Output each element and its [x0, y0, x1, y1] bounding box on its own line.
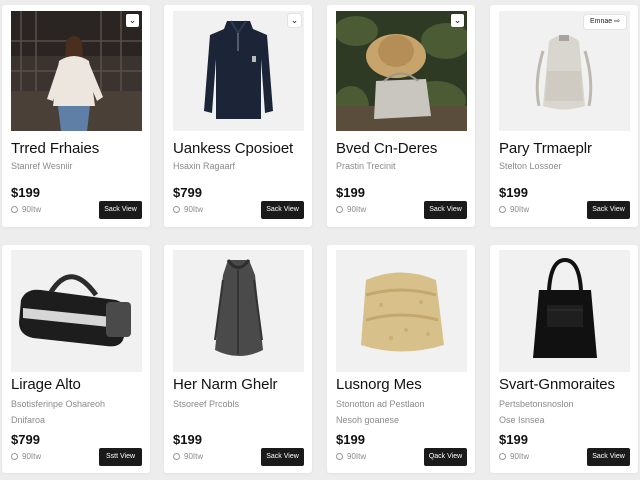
product-image-hat-bag[interactable]: ⌄ [336, 11, 467, 131]
stock-status: 90Itw [336, 452, 366, 461]
stock-status: 90Itw [499, 452, 529, 461]
product-title[interactable]: Svart-Gnmoraites [499, 376, 615, 393]
stock-status: 90Itw [11, 452, 41, 461]
stock-label: 90Itw [184, 452, 204, 461]
product-title[interactable]: Uankess Cposioet [173, 140, 293, 157]
quick-view-button[interactable]: Sack View [261, 448, 304, 466]
radio-icon[interactable] [336, 453, 343, 460]
product-price: $199 [173, 432, 202, 447]
stock-label: 90Itw [184, 205, 204, 214]
quick-view-button[interactable]: Qack View [424, 448, 467, 466]
radio-icon[interactable] [11, 206, 18, 213]
product-card[interactable]: Emnae ⇨ Pary Trmaeplr Stelton Lossoer $1… [490, 5, 638, 227]
product-image-tote[interactable] [499, 250, 630, 372]
product-card[interactable]: Lusnorg Mes Stonotton ad Pestlaon Nesoh … [327, 245, 475, 473]
product-price: $199 [336, 185, 365, 200]
product-title[interactable]: Lusnorg Mes [336, 376, 422, 393]
quick-view-button[interactable]: Sack View [587, 201, 630, 219]
quick-view-button[interactable]: Sack View [587, 448, 630, 466]
product-price: $799 [173, 185, 202, 200]
product-subtitle-2: Dnifaroa [11, 415, 46, 425]
product-image-coat[interactable] [173, 250, 304, 372]
stock-status: 90Itw [173, 205, 203, 214]
product-card[interactable]: Svart-Gnmoraites Pertsbetonsnoslon Ose I… [490, 245, 638, 473]
product-title[interactable]: Trred Frhaies [11, 140, 99, 157]
stock-label: 90Itw [347, 205, 367, 214]
chevron-down-icon[interactable]: ⌄ [451, 14, 464, 27]
product-subtitle: Stelton Lossoer [499, 161, 562, 171]
badge-button[interactable]: Emnae ⇨ [584, 15, 626, 29]
product-title[interactable]: Pary Trmaeplr [499, 140, 592, 157]
product-subtitle: Stonotton ad Pestlaon [336, 399, 425, 409]
stock-status: 90Itw [173, 452, 203, 461]
product-title[interactable]: Bved Cn-Deres [336, 140, 437, 157]
product-card[interactable]: ⌄ Trred Frhaies Stanref Wesniir $199 90I… [2, 5, 150, 227]
stock-status: 90Itw [11, 205, 41, 214]
stock-label: 90Itw [22, 452, 42, 461]
product-title[interactable]: Her Narm Ghelr [173, 376, 278, 393]
product-subtitle: Prastin Trecinit [336, 161, 396, 171]
product-subtitle: Pertsbetonsnoslon [499, 399, 574, 409]
radio-icon[interactable] [499, 453, 506, 460]
stock-label: 90Itw [347, 452, 367, 461]
product-card[interactable]: ⌄ Bved Cn-Deres Prastin Trecinit $199 90… [327, 5, 475, 227]
radio-icon[interactable] [173, 453, 180, 460]
product-price: $199 [499, 432, 528, 447]
quick-view-button[interactable]: Sack View [261, 201, 304, 219]
product-image-pouch[interactable] [336, 250, 467, 372]
product-title[interactable]: Lirage Alto [11, 376, 81, 393]
product-subtitle: Hsaxin Ragaarf [173, 161, 236, 171]
product-image-woman[interactable]: ⌄ [11, 11, 142, 131]
stock-status: 90Itw [499, 205, 529, 214]
product-image-backpack[interactable]: Emnae ⇨ [499, 11, 630, 131]
product-price: $199 [499, 185, 528, 200]
radio-icon[interactable] [11, 453, 18, 460]
product-subtitle-2: Ose Isnsea [499, 415, 545, 425]
stock-label: 90Itw [510, 452, 530, 461]
stock-label: 90Itw [510, 205, 530, 214]
product-image-duffel[interactable] [11, 250, 142, 372]
quick-view-button[interactable]: Sstt View [99, 448, 142, 466]
product-subtitle: Bsotisferinpe Oshareoh [11, 399, 106, 409]
product-card[interactable]: ⌄ Uankess Cposioet Hsaxin Ragaarf $799 9… [164, 5, 312, 227]
product-grid: ⌄ Trred Frhaies Stanref Wesniir $199 90I… [0, 0, 640, 480]
quick-view-button[interactable]: Sack View [99, 201, 142, 219]
product-subtitle: Stsoreef Prcobls [173, 399, 240, 409]
product-subtitle-2: Nesoh goanese [336, 415, 400, 425]
product-price: $199 [11, 185, 40, 200]
product-card[interactable]: Her Narm Ghelr Stsoreef Prcobls $199 90I… [164, 245, 312, 473]
stock-label: 90Itw [22, 205, 42, 214]
product-card[interactable]: Lirage Alto Bsotisferinpe Oshareoh Dnifa… [2, 245, 150, 473]
radio-icon[interactable] [499, 206, 506, 213]
chevron-down-icon[interactable]: ⌄ [288, 14, 301, 27]
radio-icon[interactable] [336, 206, 343, 213]
chevron-down-icon[interactable]: ⌄ [126, 14, 139, 27]
product-subtitle: Stanref Wesniir [11, 161, 73, 171]
product-price: $799 [11, 432, 40, 447]
product-price: $199 [336, 432, 365, 447]
quick-view-button[interactable]: Sack View [424, 201, 467, 219]
radio-icon[interactable] [173, 206, 180, 213]
stock-status: 90Itw [336, 205, 366, 214]
product-image-sweater[interactable]: ⌄ [173, 11, 304, 131]
